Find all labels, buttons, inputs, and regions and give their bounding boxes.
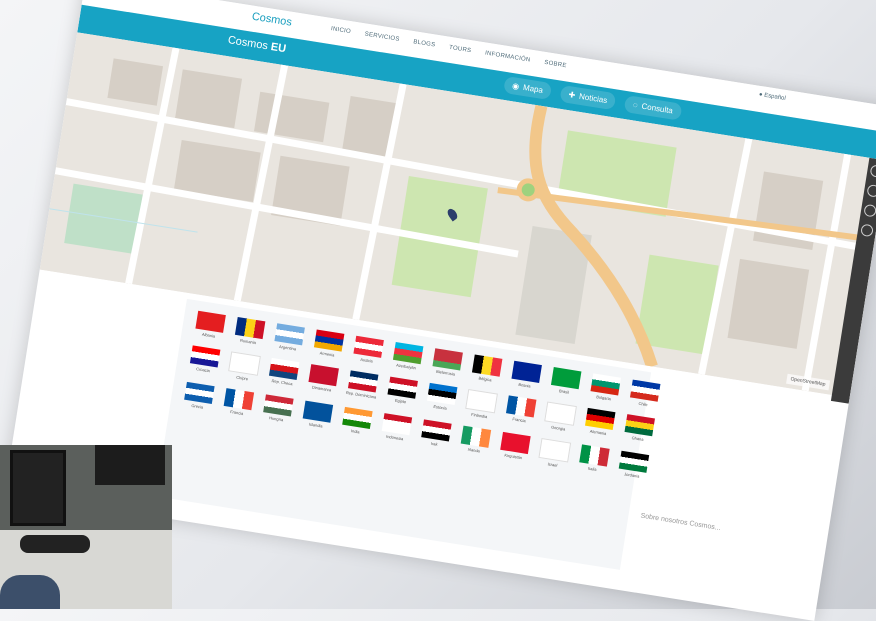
flag-item[interactable]: Bélgica (468, 354, 505, 384)
flag-icon (263, 394, 294, 417)
map-button[interactable]: ◉ Mapa (503, 75, 553, 101)
flag-item[interactable]: Rumania (231, 317, 268, 347)
flag-item[interactable]: Ghana (620, 414, 658, 446)
flag-item[interactable]: Indonesia (377, 413, 415, 445)
brand-prefix: Cosmos (226, 34, 272, 53)
flag-icon (308, 364, 339, 387)
flag-icon (223, 388, 255, 411)
side-note: Sobre nosotros Cosmos... (640, 512, 722, 533)
nav-item-tours[interactable]: TOURS (449, 45, 472, 54)
flag-item[interactable]: Hungría (259, 394, 297, 426)
flag-icon (234, 317, 266, 340)
flag-item[interactable]: Israel (535, 438, 573, 470)
nav-item-servicios[interactable]: SERVICIOS (364, 31, 400, 42)
flag-item[interactable]: Dinamarca (304, 364, 342, 396)
flag-icon (421, 419, 452, 442)
flag-icon (302, 400, 334, 423)
flag-item[interactable]: Austria (349, 335, 386, 365)
flag-icon (511, 360, 542, 383)
flag-item[interactable]: Francia (219, 388, 257, 420)
flag-icon (544, 401, 577, 426)
flag-item[interactable]: Chile (626, 379, 663, 409)
flag-item[interactable]: Brasil (547, 367, 584, 397)
flag-icon (471, 354, 503, 377)
flag-icon (184, 381, 215, 405)
flag-icon (342, 406, 373, 430)
flag-item[interactable]: Grecia (180, 381, 218, 413)
flag-icon (579, 444, 610, 467)
nav-item-informacion[interactable]: INFORMACIÓN (485, 50, 531, 63)
flag-icon (585, 407, 616, 431)
flag-icon (189, 345, 221, 368)
flag-item[interactable]: Armenia (310, 329, 347, 359)
flag-item[interactable]: Argentina (270, 323, 307, 353)
flag-icon (381, 413, 413, 436)
flag-icon (392, 342, 424, 365)
flag-item[interactable]: Azerbaiyán (389, 342, 426, 372)
home-icon[interactable] (869, 164, 876, 178)
zoom-in-icon[interactable] (866, 184, 876, 198)
flag-item[interactable]: Jordania (614, 450, 652, 482)
chat-icon: ◌ (632, 100, 639, 110)
flag-item[interactable]: Finlandia (462, 388, 500, 421)
flag-item[interactable]: Rep. Checa (265, 357, 303, 389)
flag-icon (624, 414, 655, 437)
site-logo[interactable]: Cosmos (251, 11, 293, 29)
nav-item-blogs[interactable]: BLOGS (413, 39, 436, 48)
flag-icon (387, 376, 418, 399)
flag-item[interactable]: Kirguistán (496, 431, 534, 463)
flag-icon (629, 379, 661, 402)
flag-item[interactable]: Bosnia (507, 360, 544, 390)
flag-item[interactable]: Islandia (298, 400, 336, 432)
flag-item[interactable]: Croacia (186, 345, 224, 377)
map-button-label: Mapa (522, 82, 544, 95)
flag-icon (460, 425, 492, 448)
consult-button-label: Consulta (640, 101, 674, 116)
flag-icon (550, 367, 582, 390)
flag-item[interactable]: Alemania (581, 407, 619, 439)
flag-icon (618, 450, 650, 473)
flag-item[interactable]: Irlanda (456, 425, 494, 457)
flag-item[interactable]: India (338, 406, 376, 438)
flag-item[interactable]: Estonia (423, 382, 461, 414)
consult-button[interactable]: ◌ Consulta (623, 95, 683, 121)
flag-item[interactable]: Bielorrusia (428, 348, 465, 378)
news-icon: ✚ (567, 90, 576, 101)
flag-icon (313, 329, 345, 352)
flag-icon (353, 335, 384, 358)
brand-title: Cosmos EU (227, 34, 287, 55)
flag-icon (228, 351, 261, 376)
flag-item[interactable]: Rep. Dominicana (344, 370, 382, 402)
flag-icon (505, 395, 537, 418)
flag-icon (268, 357, 300, 380)
nav-item-inicio[interactable]: INICIO (330, 26, 351, 35)
flag-icon (432, 348, 463, 371)
flag-item[interactable]: Chipre (225, 351, 263, 383)
flag-icon (465, 388, 498, 414)
flag-item[interactable]: Irak (417, 419, 455, 451)
flag-icon (274, 323, 305, 346)
flag-item[interactable]: Georgia (541, 401, 579, 433)
flag-icon (426, 382, 458, 406)
flag-icon (195, 310, 226, 333)
flag-icon (500, 431, 531, 455)
news-button-label: Noticias (578, 91, 608, 106)
flag-item[interactable]: Bulgaria (586, 373, 623, 403)
flag-item[interactable]: Egipto (383, 376, 421, 408)
globe-icon: ● (758, 91, 763, 99)
webcam-photo (0, 445, 172, 609)
news-button[interactable]: ✚ Noticias (559, 84, 617, 111)
flag-icon (347, 370, 379, 393)
zoom-out-icon[interactable] (863, 203, 876, 218)
flag-icon (538, 438, 572, 463)
fullscreen-icon[interactable] (860, 223, 874, 238)
map-icon: ◉ (511, 81, 520, 92)
flag-icon (590, 373, 621, 396)
nav-item-sobre[interactable]: SOBRE (544, 60, 567, 69)
flag-item[interactable]: Albania (191, 310, 228, 340)
flag-item[interactable]: Francia (502, 395, 540, 427)
flag-item[interactable]: Italia (575, 444, 613, 476)
brand-suffix: EU (269, 40, 287, 56)
